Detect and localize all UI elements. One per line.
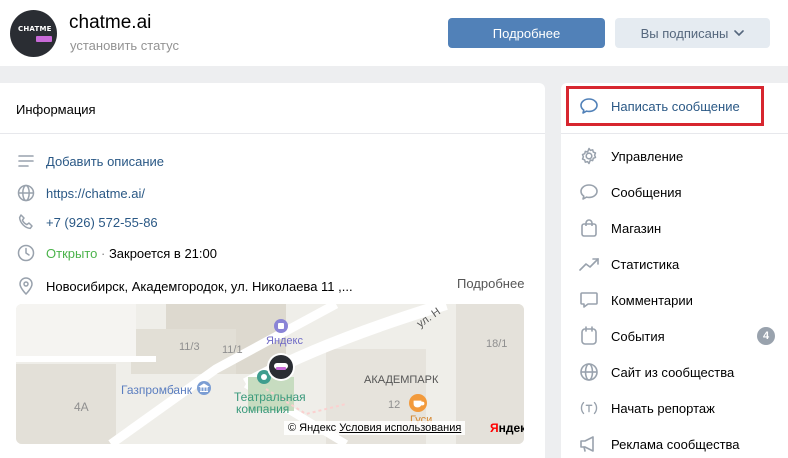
yandex-poi-icon <box>274 319 288 333</box>
map-building-label: 4А <box>74 400 89 414</box>
location-map[interactable]: 11/3 11/1 12 18/1 4А ул. Н АКАДЕМПАРК Ян… <box>16 304 524 444</box>
megaphone-icon <box>579 434 599 454</box>
community-header: CHATME chatme.ai установить статус Подро… <box>0 0 788 66</box>
website-row[interactable]: https://chatme.ai/ <box>16 183 145 203</box>
map-copyright-text: © Яндекс <box>288 422 337 434</box>
hours-row: Открыто · Закроется в 21:00 <box>16 243 217 263</box>
menu-item-label: Реклама сообщества <box>611 436 740 452</box>
closing-time: Закроется в 21:00 <box>108 245 217 261</box>
calendar-icon <box>579 326 599 346</box>
chevron-down-icon <box>734 30 745 36</box>
menu-item-messages[interactable]: Сообщения <box>579 182 682 202</box>
info-divider <box>0 133 545 134</box>
chat-icon <box>579 182 599 202</box>
address-row[interactable]: Новосибирск, Академгородок, ул. Николаев… <box>16 276 353 296</box>
description-lines-icon <box>16 151 36 171</box>
map-building-label: 18/1 <box>486 338 508 350</box>
map-poi-label: Яндекс <box>266 335 303 347</box>
globe-icon <box>579 362 599 382</box>
clock-icon <box>16 243 36 263</box>
map-copyright: © Яндекс Условия использования <box>284 421 466 435</box>
write-message-highlight <box>566 86 764 126</box>
menu-item-broadcast[interactable]: Начать репортаж <box>579 398 715 418</box>
globe-icon <box>16 183 36 203</box>
bag-icon <box>579 218 599 238</box>
cafe-icon <box>409 394 427 412</box>
menu-item-site[interactable]: Сайт из сообщества <box>579 362 734 382</box>
subscribed-button[interactable]: Вы подписаны <box>615 18 770 48</box>
info-panel: Информация Добавить описание https://cha… <box>0 83 545 458</box>
add-description-row[interactable]: Добавить описание <box>16 151 164 171</box>
menu-item-label: События <box>611 328 665 344</box>
community-avatar[interactable]: CHATME <box>10 10 57 57</box>
address-text: Новосибирск, Академгородок, ул. Николаев… <box>46 278 353 294</box>
map-location-marker[interactable] <box>266 352 296 382</box>
menu-item-ads[interactable]: Реклама сообщества <box>579 434 740 454</box>
website-link[interactable]: https://chatme.ai/ <box>46 186 145 201</box>
location-pin-icon <box>16 276 36 296</box>
subscribed-button-label: Вы подписаны <box>640 25 729 41</box>
community-actions-menu: Написать сообщение Управление Сообщения … <box>561 83 788 458</box>
menu-item-label: Комментарии <box>611 292 693 308</box>
map-poi-label: компания <box>236 402 290 416</box>
map-area-label: АКАДЕМПАРК <box>364 374 439 386</box>
menu-item-label: Сообщения <box>611 184 682 200</box>
menu-divider <box>561 133 788 134</box>
more-button[interactable]: Подробнее <box>448 18 605 48</box>
map-building-label: 11/3 <box>179 341 200 353</box>
map-building-label: 11/1 <box>222 344 243 356</box>
phone-row[interactable]: +7 (926) 572-55-86 <box>16 212 158 232</box>
menu-item-label: Сайт из сообщества <box>611 364 735 380</box>
yandex-map-logo[interactable]: Яндекс <box>490 421 524 435</box>
menu-item-events[interactable]: События <box>579 326 665 346</box>
map-poi-label: Газпромбанк <box>121 383 192 397</box>
menu-item-label: Управление <box>611 148 684 164</box>
phone-link[interactable]: +7 (926) 572-55-86 <box>46 215 158 230</box>
avatar-logo-text: CHATME <box>18 25 52 33</box>
menu-item-statistics[interactable]: Статистика <box>579 254 679 274</box>
phone-icon <box>16 212 36 232</box>
menu-item-label: Статистика <box>611 256 680 272</box>
community-title: chatme.ai <box>69 12 152 33</box>
avatar-logo-accent <box>36 36 52 42</box>
map-building-label: 12 <box>388 399 401 411</box>
menu-item-label: Магазин <box>611 220 662 236</box>
bank-icon <box>197 381 211 395</box>
address-more-link[interactable]: Подробнее <box>457 276 524 291</box>
add-description-link[interactable]: Добавить описание <box>46 154 164 169</box>
menu-item-manage[interactable]: Управление <box>579 146 683 166</box>
menu-item-label: Начать репортаж <box>611 400 715 416</box>
map-terms-link[interactable]: Условия использования <box>339 422 461 434</box>
menu-item-shop[interactable]: Магазин <box>579 218 661 238</box>
events-count-badge: 4 <box>757 327 775 345</box>
info-title: Информация <box>16 102 96 117</box>
yandex-logo-letter: Я <box>490 421 499 435</box>
broadcast-icon <box>579 398 599 418</box>
set-status-link[interactable]: установить статус <box>70 38 179 53</box>
open-status: Открыто <box>46 245 98 261</box>
hours-separator: · <box>97 245 109 261</box>
yandex-logo-rest: ндекс <box>498 421 524 435</box>
gear-icon <box>579 146 599 166</box>
menu-item-comments[interactable]: Комментарии <box>579 290 693 310</box>
chart-icon <box>579 254 599 274</box>
comment-icon <box>579 290 599 310</box>
